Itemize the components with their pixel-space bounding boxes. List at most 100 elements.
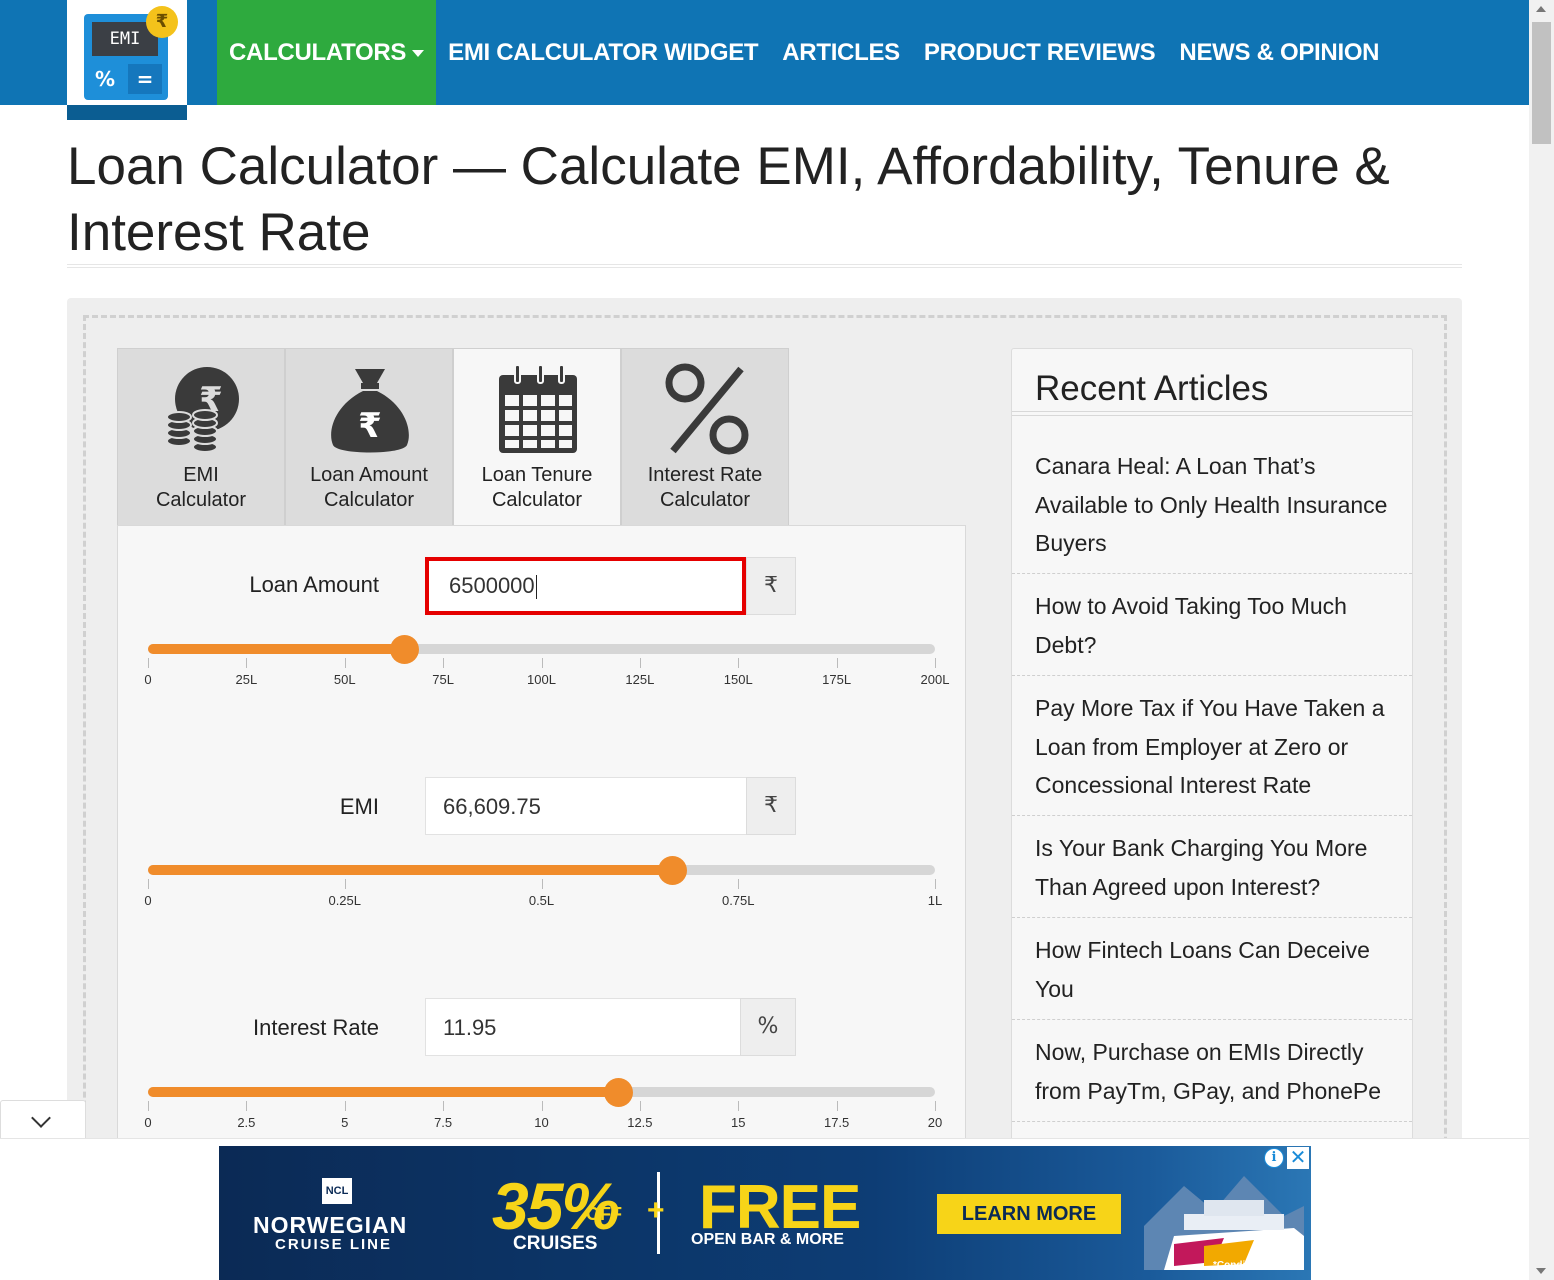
slider-fill (148, 865, 673, 875)
slider-tick (738, 879, 740, 889)
tab-loan-tenure-calculator[interactable]: Loan Tenure Calculator (453, 348, 621, 526)
nav-news-opinion[interactable]: NEWS & OPINION (1167, 0, 1391, 105)
tab-label: EMI Calculator (118, 463, 284, 513)
nav-product-reviews[interactable]: PRODUCT REVIEWS (912, 0, 1168, 105)
article-link[interactable]: How to Avoid Taking Too Much Debt? (1035, 587, 1395, 664)
slider-handle[interactable] (658, 856, 688, 885)
article-link[interactable]: Pay More Tax if You Have Taken a Loan fr… (1035, 689, 1395, 805)
interest-rate-input[interactable]: 11.95 (425, 998, 741, 1056)
slider-tick (639, 658, 641, 668)
slider-tick-label: 25L (235, 672, 258, 687)
article-separator (1012, 815, 1412, 816)
ad-off: OFF (586, 1204, 622, 1224)
tab-interest-rate-calculator[interactable]: Interest Rate Calculator (621, 348, 789, 526)
article-separator (1012, 917, 1412, 918)
page: EMI % = ₹ CALCULATORS EMI CALCULATOR WID… (0, 0, 1554, 1280)
slider-tick (246, 658, 248, 668)
slider-fill (148, 644, 404, 654)
main-nav: CALCULATORS EMI CALCULATOR WIDGET ARTICL… (217, 0, 1391, 105)
coins-icon: ₹ (166, 367, 239, 453)
advertisement-banner[interactable]: NCL NORWEGIAN CRUISE LINE 35% OFF CRUISE… (219, 1146, 1311, 1280)
scroll-down-arrow-icon[interactable] (1536, 1268, 1546, 1274)
slider-tick (935, 658, 936, 668)
slider-tick-label: 1L (927, 893, 943, 908)
slider-tick (541, 1101, 543, 1111)
learn-more-button[interactable]: LEARN MORE (937, 1194, 1121, 1234)
vertical-scrollbar[interactable] (1529, 0, 1554, 1280)
article-link[interactable]: How Fintech Loans Can Deceive You (1035, 931, 1395, 1008)
money-bag-icon: ₹ (331, 369, 409, 453)
percent-icon (665, 363, 749, 455)
calculator-tabs: ₹ EMI Calculator ₹ Loan Amount Calculato… (117, 348, 789, 526)
nav-emi-calculator-widget[interactable]: EMI CALCULATOR WIDGET (436, 0, 770, 105)
slider-handle[interactable] (604, 1078, 634, 1107)
rupee-coin-icon: ₹ (146, 6, 178, 38)
tab-label-text: Loan Amount Calculator (310, 464, 428, 511)
slider-tick (935, 879, 936, 889)
slider-handle[interactable] (389, 635, 419, 664)
slider-tick-label: 100L (527, 672, 556, 687)
recent-articles-sidebar: Recent Articles Canara Heal: A Loan That… (1011, 348, 1413, 1168)
slider-tick-label: 50L (333, 672, 356, 687)
article-separator (1012, 1121, 1412, 1122)
collapse-ad-button[interactable] (0, 1100, 86, 1138)
article-link[interactable]: Canara Heal: A Loan That’s Available to … (1035, 447, 1395, 563)
slider-tick-label: 0 (144, 672, 152, 687)
interest-rate-slider[interactable]: 0 2.5 5 7.5 10 12.5 15 17.5 20 (144, 1078, 942, 1131)
slider-tick-label: 0 (144, 1115, 152, 1130)
ad-plus: + (647, 1194, 665, 1227)
nav-articles[interactable]: ARTICLES (770, 0, 912, 105)
tab-label: Loan Tenure Calculator (454, 463, 620, 513)
page-title: Loan Calculator — Calculate EMI, Afforda… (67, 137, 1390, 262)
slider-tick (541, 658, 543, 668)
loan-amount-input[interactable]: 6500000 (425, 557, 746, 615)
ad-info-icon[interactable]: i (1264, 1148, 1284, 1168)
emi-value: 66,609.75 (443, 794, 541, 819)
article-link[interactable]: Is Your Bank Charging You More Than Agre… (1035, 829, 1395, 906)
ad-free-sub: OPEN BAR & MORE (691, 1231, 844, 1248)
slider-tick (344, 658, 346, 668)
site-logo[interactable]: EMI % = ₹ (67, 0, 187, 120)
slider-tick (443, 658, 445, 668)
tab-label-text: Interest Rate Calculator (647, 464, 763, 511)
article-link[interactable]: Now, Purchase on EMIs Directly from PayT… (1035, 1033, 1395, 1110)
sidebar-divider (1012, 415, 1412, 416)
tab-loan-amount-calculator[interactable]: ₹ Loan Amount Calculator (285, 348, 453, 526)
sidebar-title: Recent Articles (1035, 369, 1269, 408)
slider-tick-label: 17.5 (823, 1115, 850, 1130)
slider-tick-label: 5 (341, 1115, 349, 1130)
percent-addon-icon: % (740, 998, 796, 1056)
svg-text:₹: ₹ (358, 406, 382, 446)
equals-key: = (128, 64, 162, 94)
tab-label: Interest Rate Calculator (622, 463, 788, 513)
slider-tick-label: 125L (625, 672, 655, 687)
ad-cruises: CRUISES (513, 1233, 598, 1254)
tab-label-text: EMI Calculator (155, 464, 247, 511)
emi-label: EMI (339, 794, 379, 819)
article-separator (1012, 675, 1412, 676)
slider-tick (836, 658, 838, 668)
calendar-icon (499, 364, 577, 453)
slider-tick-label: 150L (723, 672, 753, 687)
scrollbar-thumb[interactable] (1532, 22, 1551, 144)
text-cursor (535, 575, 537, 600)
slider-tick-label: 175L (822, 672, 852, 687)
slider-tick (148, 1101, 149, 1111)
slider-tick-label: 20 (927, 1115, 943, 1130)
scroll-up-arrow-icon[interactable] (1536, 6, 1546, 12)
rupee-addon-icon: ₹ (746, 777, 796, 835)
emi-slider[interactable]: 0 0.25L 0.5L 0.75L 1L (144, 856, 942, 909)
slider-tick (443, 1101, 445, 1111)
tab-emi-calculator[interactable]: ₹ EMI Calculator (117, 348, 285, 526)
loan-amount-slider[interactable]: 0 25L 50L 75L 100L 125L 150L 175L 200L (144, 635, 949, 688)
slider-tick-label: 15 (731, 1115, 746, 1130)
ad-conditions: *Conditions apply. (1213, 1260, 1301, 1271)
slider-tick (344, 879, 346, 889)
ad-close-icon[interactable]: ✕ (1287, 1147, 1309, 1169)
interest-rate-label: Interest Rate (253, 1015, 379, 1040)
nav-calculators[interactable]: CALCULATORS (217, 0, 437, 105)
emi-input[interactable]: 66,609.75 (425, 777, 747, 835)
slider-tick-label: 0.25L (328, 893, 362, 908)
slider-tick-label: 200L (920, 672, 950, 687)
ad-brand: NORWEGIAN (253, 1212, 408, 1238)
